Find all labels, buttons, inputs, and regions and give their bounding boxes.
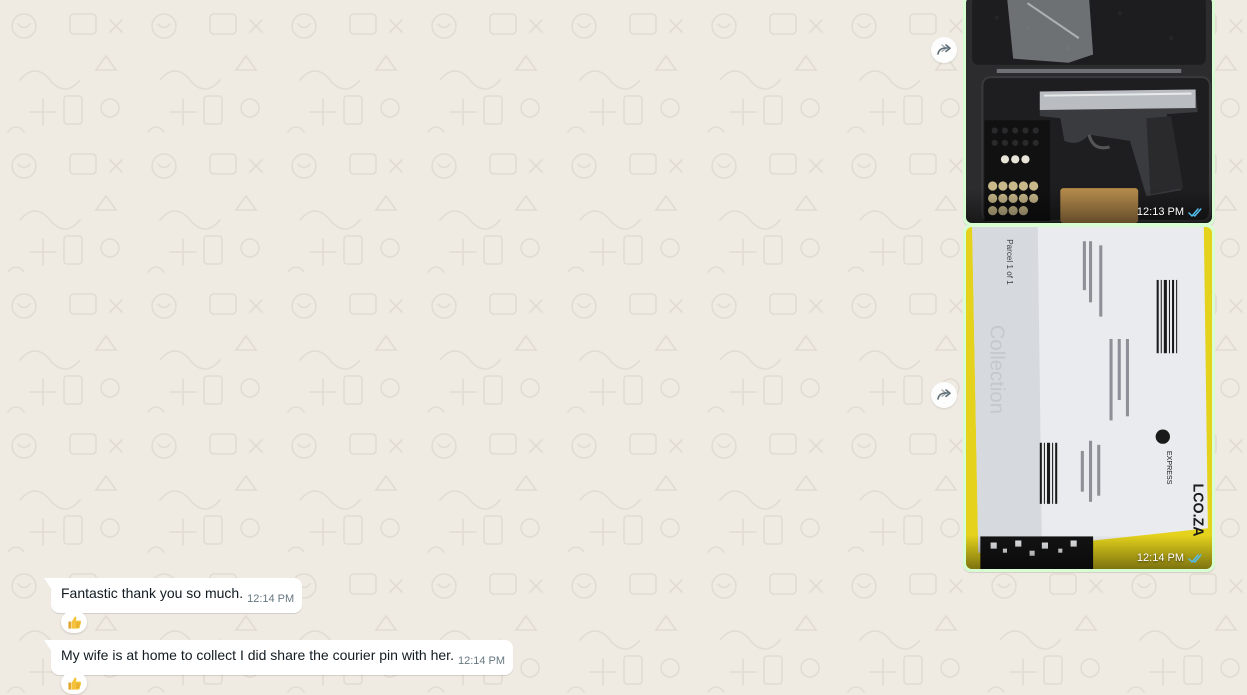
image-message-2[interactable]: EXPRESS Parcel 1 of 1 Collection LCO.ZA … (963, 224, 1215, 572)
label-parcel-text: Parcel 1 of 1 (1005, 239, 1014, 285)
bubble-tail (44, 640, 52, 652)
message-time: 12:14 PM (457, 655, 506, 667)
message-meta: 12:14 PM (1137, 552, 1204, 564)
thumbs-up-icon (67, 616, 81, 629)
message-time: 12:14 PM (1136, 552, 1184, 564)
image-container: 12:13 PM (966, 0, 1212, 223)
message-meta: 12:13 PM (1137, 206, 1204, 218)
reaction-badge[interactable] (61, 611, 87, 633)
forward-button[interactable] (931, 37, 957, 63)
chat-area: 12:13 PM EXPRESS Parcel 1 of 1 Collectio… (0, 0, 1247, 695)
message-text: Fantastic thank you so much. (61, 585, 244, 601)
image-container: EXPRESS Parcel 1 of 1 Collection LCO.ZA … (966, 227, 1212, 569)
incoming-message[interactable]: Fantastic thank you so much. 12:14 PM (44, 578, 303, 613)
courier-label-photo: EXPRESS Parcel 1 of 1 Collection LCO.ZA (966, 227, 1212, 569)
forward-icon (937, 44, 951, 55)
forward-icon (937, 389, 951, 400)
message-time: 12:14 PM (247, 593, 295, 605)
forward-button[interactable] (931, 382, 957, 408)
reaction-badge[interactable] (61, 672, 87, 694)
message-time: 12:13 PM (1136, 206, 1184, 218)
double-check-read-icon (1188, 207, 1204, 218)
image-message-1[interactable]: 12:13 PM (963, 0, 1215, 226)
incoming-message[interactable]: My wife is at home to collect I did shar… (44, 640, 514, 675)
thumbs-up-icon (67, 677, 81, 690)
label-logo-text: EXPRESS (1165, 451, 1173, 485)
bag-edge-text: LCO.ZA (1190, 484, 1206, 537)
bubble-tail (44, 578, 52, 590)
label-watermark-text: Collection (986, 325, 1008, 414)
message-text: My wife is at home to collect I did shar… (61, 647, 454, 663)
double-check-read-icon (1188, 553, 1204, 564)
